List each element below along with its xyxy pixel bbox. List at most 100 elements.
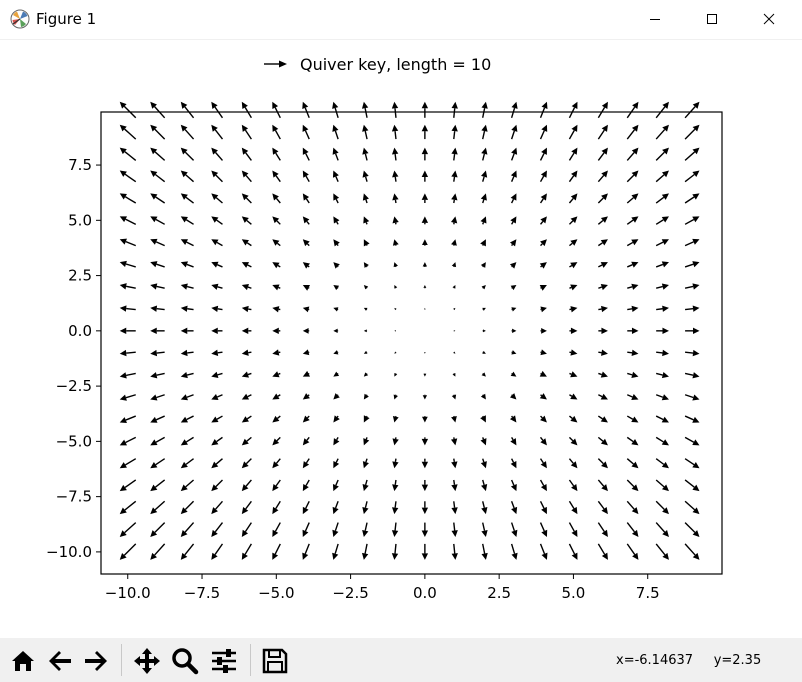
quiver-arrow bbox=[481, 147, 488, 161]
quiver-arrow bbox=[150, 500, 166, 515]
quiver-arrow bbox=[685, 349, 700, 357]
quiver-arrow bbox=[539, 393, 547, 400]
quiver-arrow bbox=[655, 522, 669, 537]
quiver-arrow bbox=[150, 261, 165, 268]
quiver-arrow bbox=[302, 522, 310, 537]
quiver-arrow bbox=[684, 261, 700, 268]
quiver-arrow bbox=[272, 522, 281, 537]
forward-button[interactable] bbox=[81, 646, 111, 676]
quiver-arrow bbox=[272, 500, 281, 515]
quiver-arrow bbox=[511, 328, 517, 334]
quiver-arrow bbox=[626, 479, 639, 492]
quiver-arrow bbox=[421, 193, 429, 204]
quiver-arrow bbox=[569, 349, 578, 356]
quiver-arrow bbox=[480, 216, 487, 225]
quiver-arrow bbox=[509, 239, 517, 247]
quiver-arrow bbox=[451, 394, 457, 400]
figure-canvas[interactable]: Quiver key, length = 10 −10.0 −7.5 −5.0 −2.… bbox=[0, 40, 802, 638]
quiver-arrow bbox=[180, 101, 195, 119]
x-tick-label: 2.5 bbox=[487, 584, 511, 602]
quiver-arrow bbox=[119, 283, 136, 290]
quiver-arrow bbox=[180, 170, 195, 183]
quiver-arrow bbox=[241, 170, 252, 183]
quiver-arrow bbox=[539, 262, 547, 269]
quiver-arrow bbox=[598, 393, 608, 400]
quiver-arrow bbox=[119, 305, 136, 312]
quiver-arrow bbox=[302, 216, 310, 225]
quiver-arrow bbox=[302, 327, 310, 334]
minimize-button[interactable] bbox=[632, 0, 678, 39]
quiver-arrow bbox=[568, 458, 578, 469]
quiver-arrow bbox=[392, 170, 399, 182]
close-button[interactable] bbox=[746, 0, 792, 39]
quiver-arrow bbox=[119, 170, 137, 183]
quiver-arrow bbox=[597, 436, 608, 446]
quiver-arrow bbox=[211, 522, 224, 537]
quiver-arrow bbox=[392, 216, 399, 225]
quiver-arrow bbox=[241, 262, 252, 268]
quiver-arrow bbox=[119, 522, 137, 537]
quiver-arrow bbox=[626, 436, 639, 446]
quiver-arrow bbox=[211, 283, 223, 290]
quiver-arrow bbox=[241, 436, 252, 446]
quiver-arrow bbox=[363, 262, 369, 268]
quiver-arrow bbox=[510, 147, 518, 161]
maximize-button[interactable] bbox=[689, 0, 735, 39]
quiver-arrow bbox=[333, 437, 340, 446]
quiver-arrow bbox=[510, 285, 517, 291]
quiver-arrow bbox=[539, 479, 547, 492]
quiver-arrow bbox=[510, 522, 518, 537]
quiver-arrow bbox=[421, 216, 429, 225]
quiver-arrow bbox=[180, 193, 194, 204]
quiver-arrow bbox=[333, 216, 340, 225]
quiver-arrow bbox=[333, 262, 340, 269]
quiver-arrow bbox=[392, 458, 399, 469]
home-button[interactable] bbox=[8, 646, 38, 676]
quiver-arrow bbox=[539, 285, 547, 291]
quiver-arrow bbox=[684, 500, 700, 515]
quiver-arrow bbox=[119, 216, 137, 225]
quiver-arrow bbox=[421, 101, 429, 118]
quiver-arrow bbox=[510, 437, 517, 446]
quiver-arrow bbox=[302, 393, 310, 400]
quiver-arrow bbox=[241, 239, 252, 247]
pan-button[interactable] bbox=[132, 646, 162, 676]
quiver-arrow bbox=[180, 543, 195, 560]
quiver-arrow bbox=[241, 479, 252, 492]
quiver-arrow bbox=[361, 543, 369, 560]
quiver-arrow bbox=[482, 350, 486, 354]
back-button[interactable] bbox=[45, 646, 75, 676]
quiver-arrow bbox=[302, 436, 310, 446]
quiver-arrow bbox=[481, 543, 488, 560]
quiver-arrow bbox=[211, 101, 224, 119]
quiver-arrow bbox=[539, 543, 548, 560]
quiver-arrow bbox=[332, 170, 339, 182]
quiver-arrow bbox=[362, 501, 369, 515]
save-button[interactable] bbox=[260, 646, 290, 676]
quiver-arrow bbox=[211, 543, 224, 560]
quiver-arrow bbox=[511, 307, 517, 312]
configure-subplots-button[interactable] bbox=[209, 646, 239, 676]
quiver-arrow bbox=[655, 436, 669, 446]
quiver-arrow bbox=[119, 458, 137, 469]
quiver-arrow bbox=[150, 305, 165, 312]
quiver-arrow bbox=[424, 352, 426, 354]
quiver-arrow bbox=[180, 500, 195, 515]
quiver-arrow bbox=[684, 522, 700, 537]
quiver-arrow bbox=[333, 328, 339, 334]
quiver-arrow bbox=[332, 479, 339, 492]
navigation-toolbar: x=-6.14637 y=2.35 bbox=[0, 638, 802, 682]
zoom-button[interactable] bbox=[170, 646, 200, 676]
quiver-arrow bbox=[598, 371, 608, 378]
window-title: Figure 1 bbox=[36, 10, 97, 28]
quiver-arrow bbox=[452, 373, 456, 377]
quiver-arrow bbox=[272, 262, 281, 269]
quiver-arrow bbox=[568, 500, 578, 515]
quiver-arrow bbox=[302, 285, 311, 291]
quiver-arrow bbox=[180, 349, 194, 357]
quiver-arrow bbox=[480, 393, 486, 400]
quiver-arrow bbox=[302, 415, 310, 423]
quiver-arrow bbox=[211, 371, 223, 378]
quiver-arrow bbox=[655, 170, 669, 183]
quiver-arrow bbox=[211, 170, 223, 183]
